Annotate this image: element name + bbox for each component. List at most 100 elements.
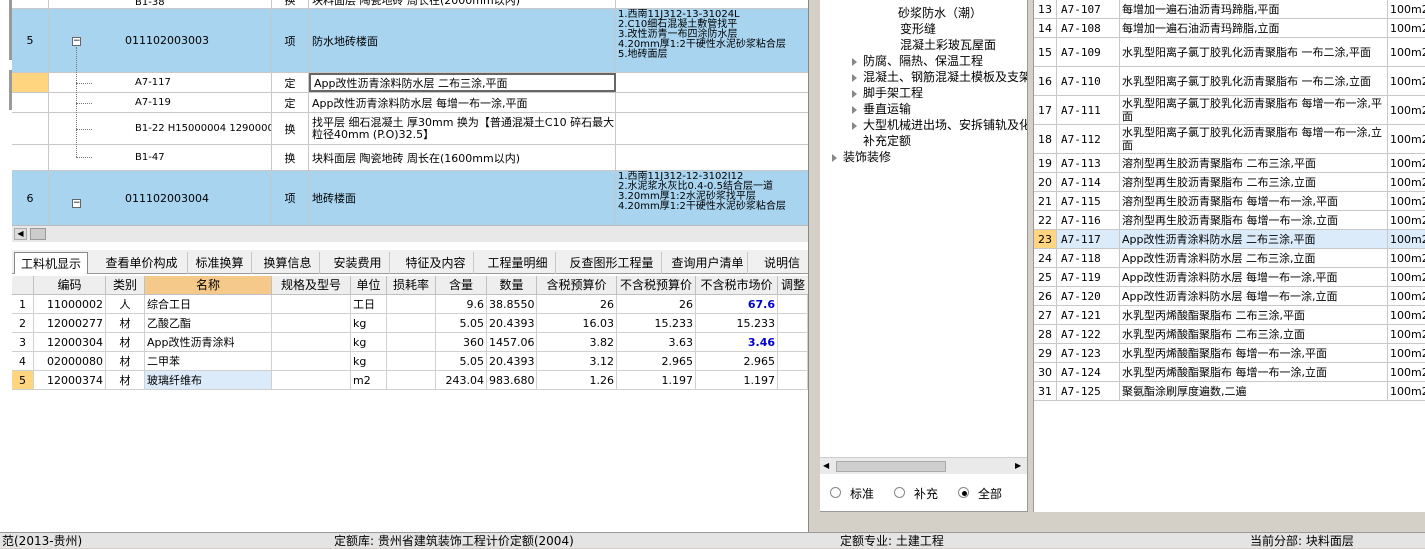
expand-icon[interactable] — [852, 58, 857, 66]
table-cell[interactable]: 材 — [106, 333, 145, 352]
tree-node[interactable]: 垂直运输 — [863, 102, 911, 116]
table-cell[interactable] — [387, 295, 436, 314]
expand-icon[interactable] — [852, 74, 857, 82]
expand-icon[interactable] — [852, 90, 857, 98]
table-cell[interactable] — [272, 333, 351, 352]
row-index[interactable]: 5 — [12, 371, 34, 390]
expand-icon[interactable] — [852, 106, 857, 114]
table-cell[interactable] — [387, 352, 436, 371]
tree-node[interactable]: 大型机械进出场、安拆铺轨及化 — [863, 118, 1027, 132]
tree-node[interactable]: 防腐、隔热、保温工程 — [863, 54, 983, 68]
table-cell[interactable]: 3.82 — [537, 333, 617, 352]
col-header[interactable]: 含量 — [436, 276, 487, 295]
table-row[interactable]: 21 A7-115 溶剂型再生胶沥青聚脂布 每增一布一涂,平面 100m2 — [1034, 192, 1425, 211]
table-cell[interactable]: 玻璃纤维布 — [145, 371, 272, 390]
col-header[interactable]: 名称 — [145, 276, 272, 295]
tab-quantity-detail[interactable]: 工程量明细 — [480, 252, 556, 274]
table-row[interactable]: 17 A7-111 水乳型阳离子氯丁胶乳化沥青聚脂布 每增一布一涂,平面 100m2 — [1034, 96, 1425, 125]
table-cell[interactable] — [272, 352, 351, 371]
col-header[interactable]: 不含税市场价 — [696, 276, 778, 295]
horizontal-scrollbar[interactable]: ◀ — [12, 225, 808, 242]
tree-node[interactable]: 混凝土彩玻瓦屋面 — [900, 38, 996, 52]
table-cell[interactable]: 3.12 — [537, 352, 617, 371]
table-row[interactable]: 24 A7-118 App改性沥青涂料防水层 二布三涂,立面 100m2 — [1034, 249, 1425, 268]
table-cell[interactable]: 5.05 — [436, 314, 487, 333]
table-cell[interactable]: 1.197 — [696, 371, 778, 390]
table-cell[interactable]: 38.8550 — [487, 295, 537, 314]
table-cell[interactable]: 1.26 — [537, 371, 617, 390]
tree-node[interactable]: 变形缝 — [900, 22, 936, 36]
row-index[interactable]: 1 — [12, 295, 34, 314]
table-cell[interactable]: 67.6 — [696, 295, 778, 314]
table-cell[interactable]: 11000002 — [34, 295, 106, 314]
col-header[interactable]: 规格及型号 — [272, 276, 351, 295]
table-row[interactable]: B1-47 换 块料面层 陶瓷地砖 周长在(1600mm以内) — [12, 145, 808, 171]
table-row[interactable]: B1-38 换 块料面层 陶瓷地砖 周长在(2000mm以内) — [12, 0, 808, 9]
table-cell[interactable]: 人 — [106, 295, 145, 314]
table-row[interactable]: 16 A7-110 水乳型阳离子氯丁胶乳化沥青聚脂布 一布二涂,立面 100m2 — [1034, 67, 1425, 96]
tab-install-fee[interactable]: 安装费用 — [326, 252, 390, 274]
table-row[interactable]: B1-22 H15000004 12900001 换 找平层 细石混凝土 厚30… — [12, 113, 808, 145]
table-cell[interactable]: 26 — [617, 295, 696, 314]
row-name-editing[interactable]: App改性沥青涂料防水层 二布三涂,平面 — [309, 73, 616, 92]
table-row[interactable]: 15 A7-109 水乳型阳离子氯丁胶乳化沥青聚脂布 一布二涂,平面 100m2 — [1034, 38, 1425, 67]
row-index[interactable]: 2 — [12, 314, 34, 333]
expand-icon[interactable] — [832, 154, 837, 162]
table-cell[interactable]: 5.05 — [436, 352, 487, 371]
table-cell[interactable] — [778, 295, 808, 314]
table-row[interactable]: 28 A7-122 水乳型丙烯酸酯聚脂布 二布三涂,立面 100m2 — [1034, 325, 1425, 344]
table-cell[interactable]: 15.233 — [617, 314, 696, 333]
table-cell[interactable]: 综合工日 — [145, 295, 272, 314]
tab-unit-price[interactable]: 查看单价构成 — [96, 252, 188, 274]
table-cell[interactable]: 材 — [106, 371, 145, 390]
table-cell[interactable]: 16.03 — [537, 314, 617, 333]
table-row[interactable]: 26 A7-120 App改性沥青涂料防水层 每增一布一涂,立面 100m2 — [1034, 287, 1425, 306]
table-cell[interactable]: App改性沥青涂料 — [145, 333, 272, 352]
table-cell[interactable]: 乙酸乙酯 — [145, 314, 272, 333]
table-row-5[interactable]: 5 011102003003 项 防水地砖楼面 1.西南11J312-13-31… — [12, 9, 808, 73]
collapse-icon[interactable]: − — [72, 37, 81, 46]
scroll-right-icon[interactable]: ▶ — [1015, 461, 1021, 470]
table-cell[interactable] — [778, 352, 808, 371]
tree-node[interactable]: 装饰装修 — [843, 150, 891, 164]
table-row[interactable]: 19 A7-113 溶剂型再生胶沥青聚脂布 二布三涂,平面 100m2 — [1034, 154, 1425, 173]
table-cell[interactable]: 15.233 — [696, 314, 778, 333]
table-row[interactable]: 31 A7-125 聚氨酯涂刷厚度遍数,二遍 100m2 — [1034, 382, 1425, 401]
table-cell[interactable]: 02000080 — [34, 352, 106, 371]
scroll-left-icon[interactable]: ◀ — [14, 228, 27, 240]
table-row[interactable]: 13 A7-107 每增加一遍石油沥青玛蹄脂,平面 100m2 — [1034, 0, 1425, 19]
col-header[interactable]: 数量 — [487, 276, 537, 295]
table-cell[interactable]: 3.46 — [696, 333, 778, 352]
tab-reverse-query[interactable]: 反查图形工程量 — [562, 252, 662, 274]
pane-splitter[interactable] — [808, 0, 820, 532]
tree-node[interactable]: 脚手架工程 — [863, 86, 923, 100]
table-cell[interactable]: 材 — [106, 314, 145, 333]
table-cell[interactable] — [778, 314, 808, 333]
col-header[interactable]: 类别 — [106, 276, 145, 295]
table-cell[interactable] — [778, 371, 808, 390]
table-row[interactable]: 20 A7-114 溶剂型再生胶沥青聚脂布 二布三涂,立面 100m2 — [1034, 173, 1425, 192]
table-cell[interactable] — [387, 333, 436, 352]
col-header[interactable]: 编码 — [34, 276, 106, 295]
table-row[interactable]: 23 A7-117 App改性沥青涂料防水层 二布三涂,平面 100m2 — [1034, 230, 1425, 249]
tab-user-bill-query[interactable]: 查询用户清单 — [668, 252, 748, 274]
table-cell[interactable]: 12000277 — [34, 314, 106, 333]
table-cell[interactable]: 3.63 — [617, 333, 696, 352]
table-cell[interactable]: kg — [351, 333, 387, 352]
col-header[interactable]: 损耗率 — [387, 276, 436, 295]
tab-resource-display[interactable]: 工料机显示 — [14, 252, 88, 274]
table-cell[interactable]: kg — [351, 314, 387, 333]
table-cell[interactable]: 20.4393 — [487, 352, 537, 371]
table-cell[interactable]: 983.680 — [487, 371, 537, 390]
table-cell[interactable]: 26 — [537, 295, 617, 314]
table-cell[interactable]: 工日 — [351, 295, 387, 314]
table-cell[interactable]: 2.965 — [696, 352, 778, 371]
scroll-left-icon[interactable]: ◀ — [823, 461, 829, 470]
scroll-thumb[interactable] — [836, 461, 946, 472]
table-row[interactable]: 29 A7-123 水乳型丙烯酸酯聚脂布 每增一布一涂,平面 100m2 — [1034, 344, 1425, 363]
table-row[interactable]: 25 A7-119 App改性沥青涂料防水层 每增一布一涂,平面 100m2 — [1034, 268, 1425, 287]
table-cell[interactable] — [272, 295, 351, 314]
table-cell[interactable]: 二甲苯 — [145, 352, 272, 371]
table-row-6[interactable]: 6 011102003004 项 地砖楼面 1.西南11J312-12-3102… — [12, 171, 808, 225]
table-row[interactable]: 14 A7-108 每增加一遍石油沥青玛蹄脂,立面 100m2 — [1034, 19, 1425, 38]
